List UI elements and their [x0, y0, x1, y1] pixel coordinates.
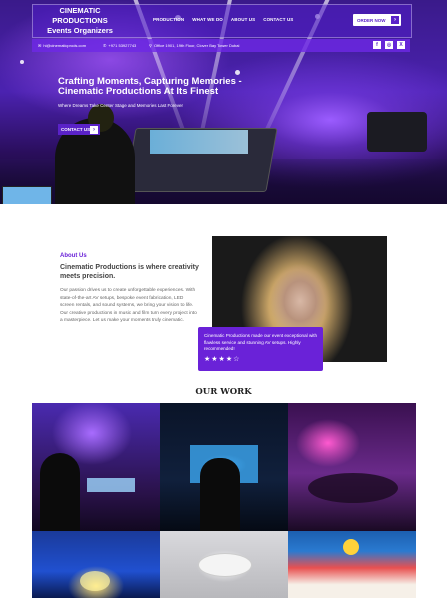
gallery-image-dinner[interactable]: [288, 403, 416, 531]
nav-contact-us[interactable]: CONTACT US: [263, 17, 293, 22]
order-now-button[interactable]: ORDER NOW ›: [353, 14, 401, 26]
location-pin-icon: ⚲: [149, 43, 152, 48]
brand-tagline: Events Organizers: [47, 26, 113, 35]
instagram-icon[interactable]: ◎: [385, 41, 393, 49]
work-gallery: [32, 403, 416, 598]
console-screen: [150, 130, 248, 154]
brand-line-2: PRODUCTIONS: [52, 16, 108, 25]
main-nav: PRODUCTION WHAT WE DO ABOUT US CONTACT U…: [153, 17, 293, 22]
our-work-title: OUR WORK: [195, 387, 252, 397]
phone-text: +971 53927743: [108, 43, 137, 48]
stage-light: [235, 70, 240, 75]
hero-subtitle: Where Dreams Take Center Stage and Memor…: [58, 103, 183, 108]
floral-chandelier: [198, 553, 252, 577]
speaker-stack: [367, 112, 427, 152]
about-label: About Us: [60, 253, 87, 259]
contact-us-button[interactable]: CONTACT US ›: [58, 124, 100, 135]
nav-what-we-do[interactable]: WHAT WE DO: [192, 17, 223, 22]
mail-icon: ✉: [38, 43, 42, 48]
gallery-image-console[interactable]: [32, 403, 160, 531]
camera-operator-silhouette: [200, 458, 240, 531]
nav-about-us[interactable]: ABOUT US: [231, 17, 255, 22]
about-title: Cinematic Productions is where creativit…: [60, 264, 199, 280]
email-text: hi@cinematicprods.com: [43, 43, 87, 48]
gallery-image-stage-lights[interactable]: [32, 531, 160, 598]
address-text: Office 1901, 19th Floor, Clover Bay Towe…: [153, 43, 240, 48]
star-rating: ★★★★☆: [204, 356, 241, 363]
chevron-right-icon: ›: [391, 16, 399, 24]
dining-table: [308, 473, 398, 503]
phone-info[interactable]: ✆ +971 53927743: [103, 41, 136, 50]
hero-title: Crafting Moments, Capturing Memories - C…: [58, 76, 242, 97]
gallery-image-chandelier[interactable]: [160, 531, 288, 598]
address-info: ⚲ Office 1901, 19th Floor, Clover Bay To…: [149, 41, 239, 50]
gallery-image-circus-decor[interactable]: [288, 531, 416, 598]
stage-light: [80, 571, 110, 591]
laptop: [2, 186, 52, 204]
review-text: Cinematic Productions made our event exc…: [204, 333, 318, 351]
chevron-right-icon: ›: [90, 125, 98, 134]
decor-ornament: [343, 539, 359, 555]
order-now-label: ORDER NOW: [357, 17, 386, 23]
contact-us-label: CONTACT US: [61, 127, 91, 132]
gallery-image-camera[interactable]: [160, 403, 288, 531]
brand-logo[interactable]: CINEMATIC PRODUCTIONS Events Organizers: [40, 6, 120, 36]
facebook-icon[interactable]: f: [373, 41, 381, 49]
stage-light: [20, 60, 24, 64]
phone-icon: ✆: [103, 43, 107, 48]
nav-production[interactable]: PRODUCTION: [153, 17, 184, 22]
x-twitter-icon[interactable]: X: [397, 41, 405, 49]
console-screen: [87, 478, 135, 492]
email-info[interactable]: ✉ hi@cinematicprods.com: [38, 41, 86, 50]
about-text: Our passion drives us to create unforget…: [60, 288, 197, 324]
operator-silhouette: [40, 453, 80, 531]
review-card: Cinematic Productions made our event exc…: [198, 327, 323, 371]
brand-line-1: CINEMATIC: [59, 6, 101, 15]
